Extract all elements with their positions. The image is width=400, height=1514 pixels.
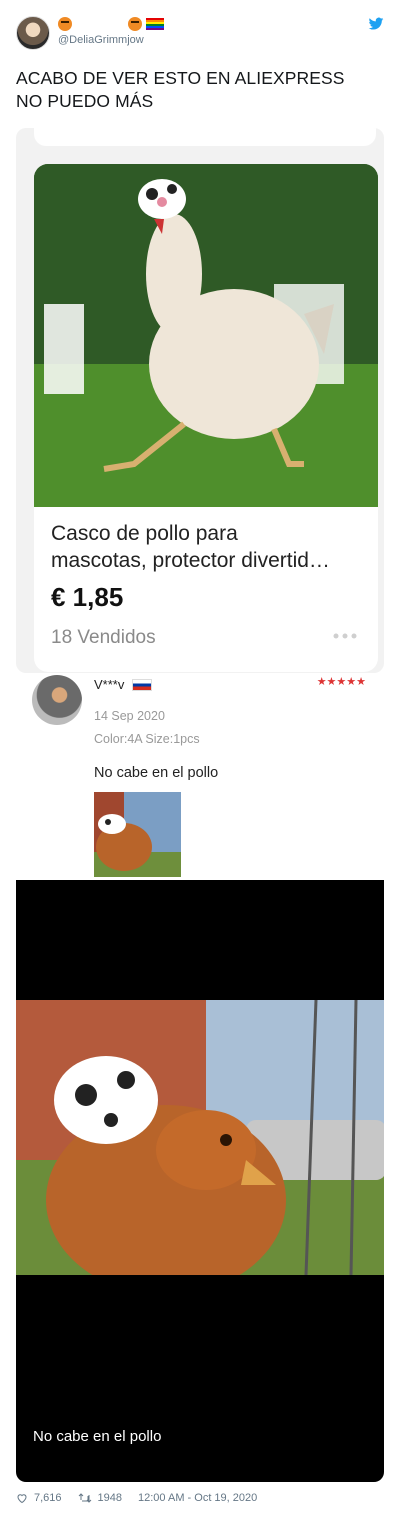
tweet-timestamp[interactable]: 12:00 AM - Oct 19, 2020 (138, 1492, 257, 1504)
review-date: 14 Sep 2020 (94, 709, 165, 723)
russia-flag-icon (132, 678, 153, 691)
retweet-icon[interactable] (78, 1492, 92, 1504)
heart-icon[interactable] (16, 1492, 28, 1504)
product-sold-count: 18 Vendidos (51, 627, 156, 648)
tweet-text-line: ACABO DE VER ESTO EN ALIEXPRESS (16, 68, 345, 88)
pumpkin-emoji-icon (58, 17, 72, 31)
rainbow-flag-icon (146, 18, 164, 30)
review-text: No cabe en el pollo (94, 765, 219, 781)
tweet-footer: 7,616 1948 12:00 AM - Oct 19, 2020 (16, 1490, 257, 1506)
previous-card: ● ● ● ● (34, 128, 376, 146)
more-options-icon[interactable] (332, 630, 358, 642)
like-count[interactable]: 7,616 (34, 1492, 62, 1504)
attached-image-review[interactable]: V***v ★★★★★ 14 Sep 2020 Color:4A Size:1p… (16, 675, 384, 880)
review-variant: Color:4A Size:1pcs (94, 732, 200, 746)
review-photo-thumbnail[interactable] (94, 792, 181, 877)
user-handle[interactable]: @DeliaGrimmjow (58, 34, 144, 46)
display-name[interactable] (58, 16, 164, 32)
pumpkin-emoji-icon (128, 17, 142, 31)
product-title[interactable]: Casco de pollo para mascotas, protector … (51, 520, 371, 574)
reviewer-name-text: V***v (94, 677, 125, 692)
attached-image-photo-viewer[interactable]: No cabe en el pollo (16, 880, 384, 1482)
rating-stars: ★★★★★ (316, 676, 366, 688)
product-photo-chicken-helmet (34, 164, 378, 507)
product-title-line: mascotas, protector divertid… (51, 549, 330, 572)
product-card[interactable]: Casco de pollo para mascotas, protector … (34, 164, 378, 672)
tweet-text: ACABO DE VER ESTO EN ALIEXPRESS NO PUEDO… (16, 67, 386, 113)
attached-image-product[interactable]: ● ● ● ● Casco de pollo para mascotas, pr… (16, 128, 384, 673)
enlarged-review-photo (16, 1000, 384, 1275)
twitter-bird-icon[interactable] (368, 16, 384, 32)
tweet-text-line: NO PUEDO MÁS (16, 91, 154, 111)
reviewer-avatar (32, 675, 82, 725)
retweet-count[interactable]: 1948 (98, 1492, 122, 1504)
photo-caption: No cabe en el pollo (33, 1428, 162, 1445)
product-price: € 1,85 (51, 582, 124, 612)
product-title-line: Casco de pollo para (51, 522, 238, 545)
tweet-header: @DeliaGrimmjow (16, 14, 384, 54)
reviewer-name: V***v (94, 677, 153, 692)
avatar[interactable] (16, 16, 50, 50)
